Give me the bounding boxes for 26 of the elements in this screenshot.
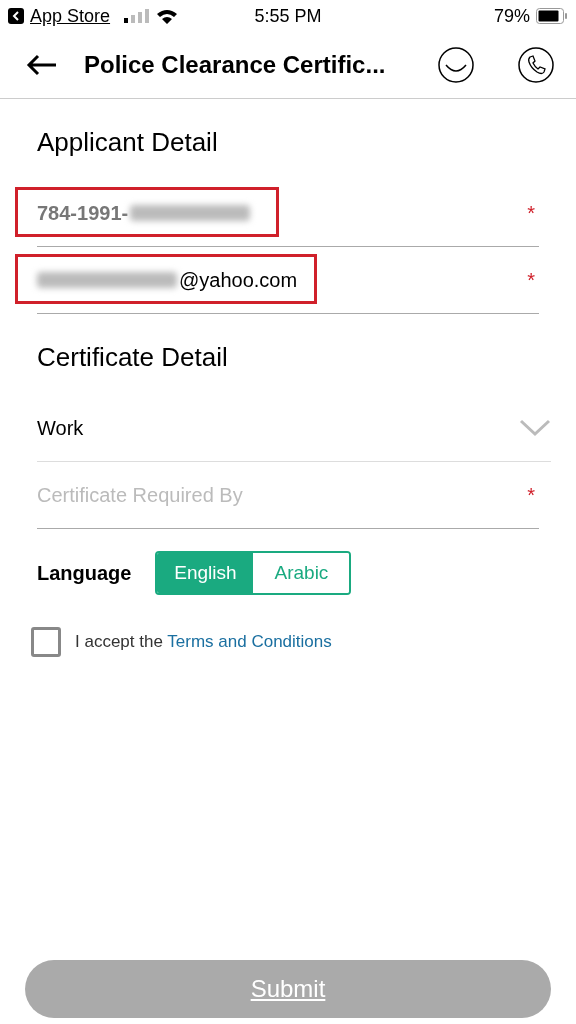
- terms-link[interactable]: Terms and Conditions: [167, 632, 332, 651]
- terms-sentence: I accept the Terms and Conditions: [75, 632, 332, 652]
- screen-title: Police Clearance Certific...: [84, 51, 387, 79]
- language-label: Language: [37, 561, 132, 585]
- dropdown-field[interactable]: Work: [37, 395, 551, 462]
- required-mark: *: [527, 201, 535, 225]
- smiley-icon[interactable]: [438, 47, 474, 83]
- input-field[interactable]: @yahoo.com *: [37, 247, 539, 314]
- back-arrow-icon[interactable]: [26, 54, 58, 76]
- section-heading: Applicant Detail: [37, 127, 219, 158]
- clock-time: 5:55 PM: [254, 5, 322, 27]
- back-link[interactable]: App Store: [30, 5, 111, 27]
- battery-percent: 79%: [493, 5, 530, 27]
- chevron-down-icon: [519, 419, 551, 437]
- language-option[interactable]: English: [157, 553, 254, 593]
- checkbox[interactable]: [31, 627, 61, 657]
- signal-icon: [124, 9, 151, 23]
- required-mark: *: [527, 268, 535, 292]
- phone-icon[interactable]: [518, 47, 554, 83]
- battery-icon: [536, 8, 568, 24]
- wifi-icon: [156, 8, 179, 24]
- section-heading: Certificate Detail: [37, 342, 229, 373]
- input-field[interactable]: Certificate Required By *: [37, 462, 539, 529]
- input-field[interactable]: 784-1991- *: [37, 180, 539, 247]
- required-mark: *: [527, 483, 535, 507]
- back-icon[interactable]: [8, 8, 24, 24]
